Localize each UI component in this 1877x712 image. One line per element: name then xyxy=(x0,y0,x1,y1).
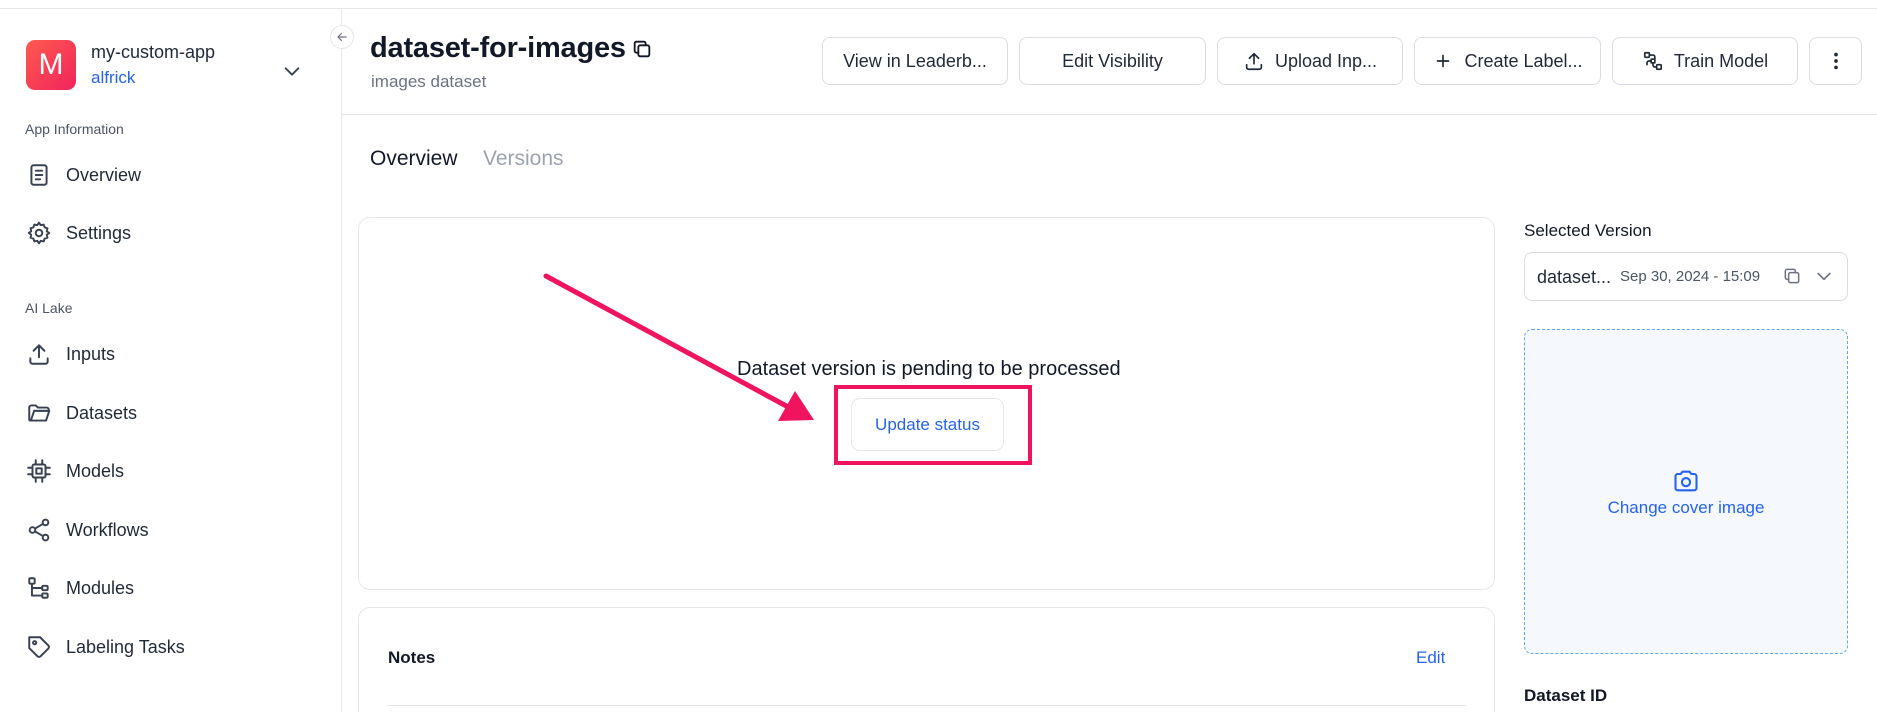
share-icon xyxy=(28,518,50,542)
copy-icon[interactable] xyxy=(631,38,653,60)
notes-edit-link[interactable]: Edit xyxy=(1416,648,1445,668)
gear-icon xyxy=(27,221,51,245)
app-avatar[interactable]: M xyxy=(26,40,76,90)
button-label: Create Label... xyxy=(1464,50,1583,71)
tab-overview[interactable]: Overview xyxy=(370,147,458,171)
tab-versions[interactable]: Versions xyxy=(483,147,564,171)
upload-icon xyxy=(29,344,49,365)
tag-icon xyxy=(28,636,50,658)
change-cover-image-label[interactable]: Change cover image xyxy=(1524,498,1848,518)
button-label: Edit Visibility xyxy=(1062,50,1163,71)
copy-icon[interactable] xyxy=(1782,266,1802,286)
folder-icon xyxy=(28,404,51,422)
app-name[interactable]: my-custom-app xyxy=(91,42,215,63)
app-user-link[interactable]: alfrick xyxy=(91,68,135,88)
sidebar-item-label: Settings xyxy=(66,222,132,243)
sidebar-item-modules[interactable]: Modules xyxy=(26,571,134,605)
header-divider xyxy=(342,114,1877,115)
button-label: Upload Inp... xyxy=(1274,50,1378,71)
selected-version-label: Selected Version xyxy=(1524,221,1652,240)
notes-title: Notes xyxy=(388,648,436,667)
document-icon xyxy=(30,164,48,186)
plus-icon xyxy=(1437,54,1450,68)
sidebar-item-label: Inputs xyxy=(66,343,116,364)
page-subtitle: images dataset xyxy=(371,72,487,91)
sidebar-item-datasets[interactable]: Datasets xyxy=(26,396,137,430)
sidebar-item-label: Overview xyxy=(66,164,142,185)
more-vertical-icon xyxy=(1833,52,1838,70)
collapse-sidebar-button[interactable] xyxy=(330,25,354,49)
page-title: dataset-for-images xyxy=(370,32,626,64)
sidebar-item-workflows[interactable]: Workflows xyxy=(26,513,149,547)
section-label-app-information: App Information xyxy=(25,121,124,137)
sidebar-item-overview[interactable]: Overview xyxy=(26,158,141,192)
chevron-down-icon[interactable] xyxy=(281,60,303,82)
arrow-left-icon xyxy=(337,32,347,42)
train-model-button[interactable]: Train Model xyxy=(1612,37,1798,85)
upload-icon xyxy=(1245,52,1263,71)
edit-visibility-button[interactable]: Edit Visibility xyxy=(1019,37,1206,85)
chip-icon xyxy=(27,459,51,483)
tree-icon xyxy=(28,577,49,599)
sidebar-item-label: Modules xyxy=(66,577,135,598)
upload-inputs-button[interactable]: Upload Inp... xyxy=(1217,37,1403,85)
notes-card xyxy=(358,607,1495,712)
dataset-id-label: Dataset ID xyxy=(1524,686,1608,705)
sidebar-item-label: Datasets xyxy=(66,402,138,423)
sidebar-item-label: Labeling Tasks xyxy=(66,636,185,657)
sidebar-item-labeling-tasks[interactable]: Labeling Tasks xyxy=(26,630,185,664)
sidebar-item-settings[interactable]: Settings xyxy=(26,216,131,250)
sidebar-item-inputs[interactable]: Inputs xyxy=(26,337,115,371)
version-date: Sep 30, 2024 - 15:09 xyxy=(1620,268,1761,285)
pending-message: Dataset version is pending to be process… xyxy=(737,358,1121,380)
section-label-ai-lake: AI Lake xyxy=(25,300,73,316)
version-name: dataset... xyxy=(1537,267,1612,287)
train-model-icon xyxy=(1643,51,1662,71)
sidebar-item-models[interactable]: Models xyxy=(26,454,124,488)
more-options-button[interactable] xyxy=(1809,37,1862,85)
chevron-down-icon[interactable] xyxy=(1814,266,1834,286)
notes-divider xyxy=(387,705,1466,706)
sidebar-item-label: Workflows xyxy=(66,519,149,540)
sidebar-item-label: Models xyxy=(66,460,125,481)
camera-icon xyxy=(1674,470,1698,492)
button-label: Train Model xyxy=(1673,50,1769,71)
create-labels-button[interactable]: Create Label... xyxy=(1414,37,1601,85)
annotation-highlight-box xyxy=(834,385,1032,465)
button-label: View in Leaderb... xyxy=(843,50,987,71)
view-in-leaderboard-button[interactable]: View in Leaderb... xyxy=(822,37,1008,85)
